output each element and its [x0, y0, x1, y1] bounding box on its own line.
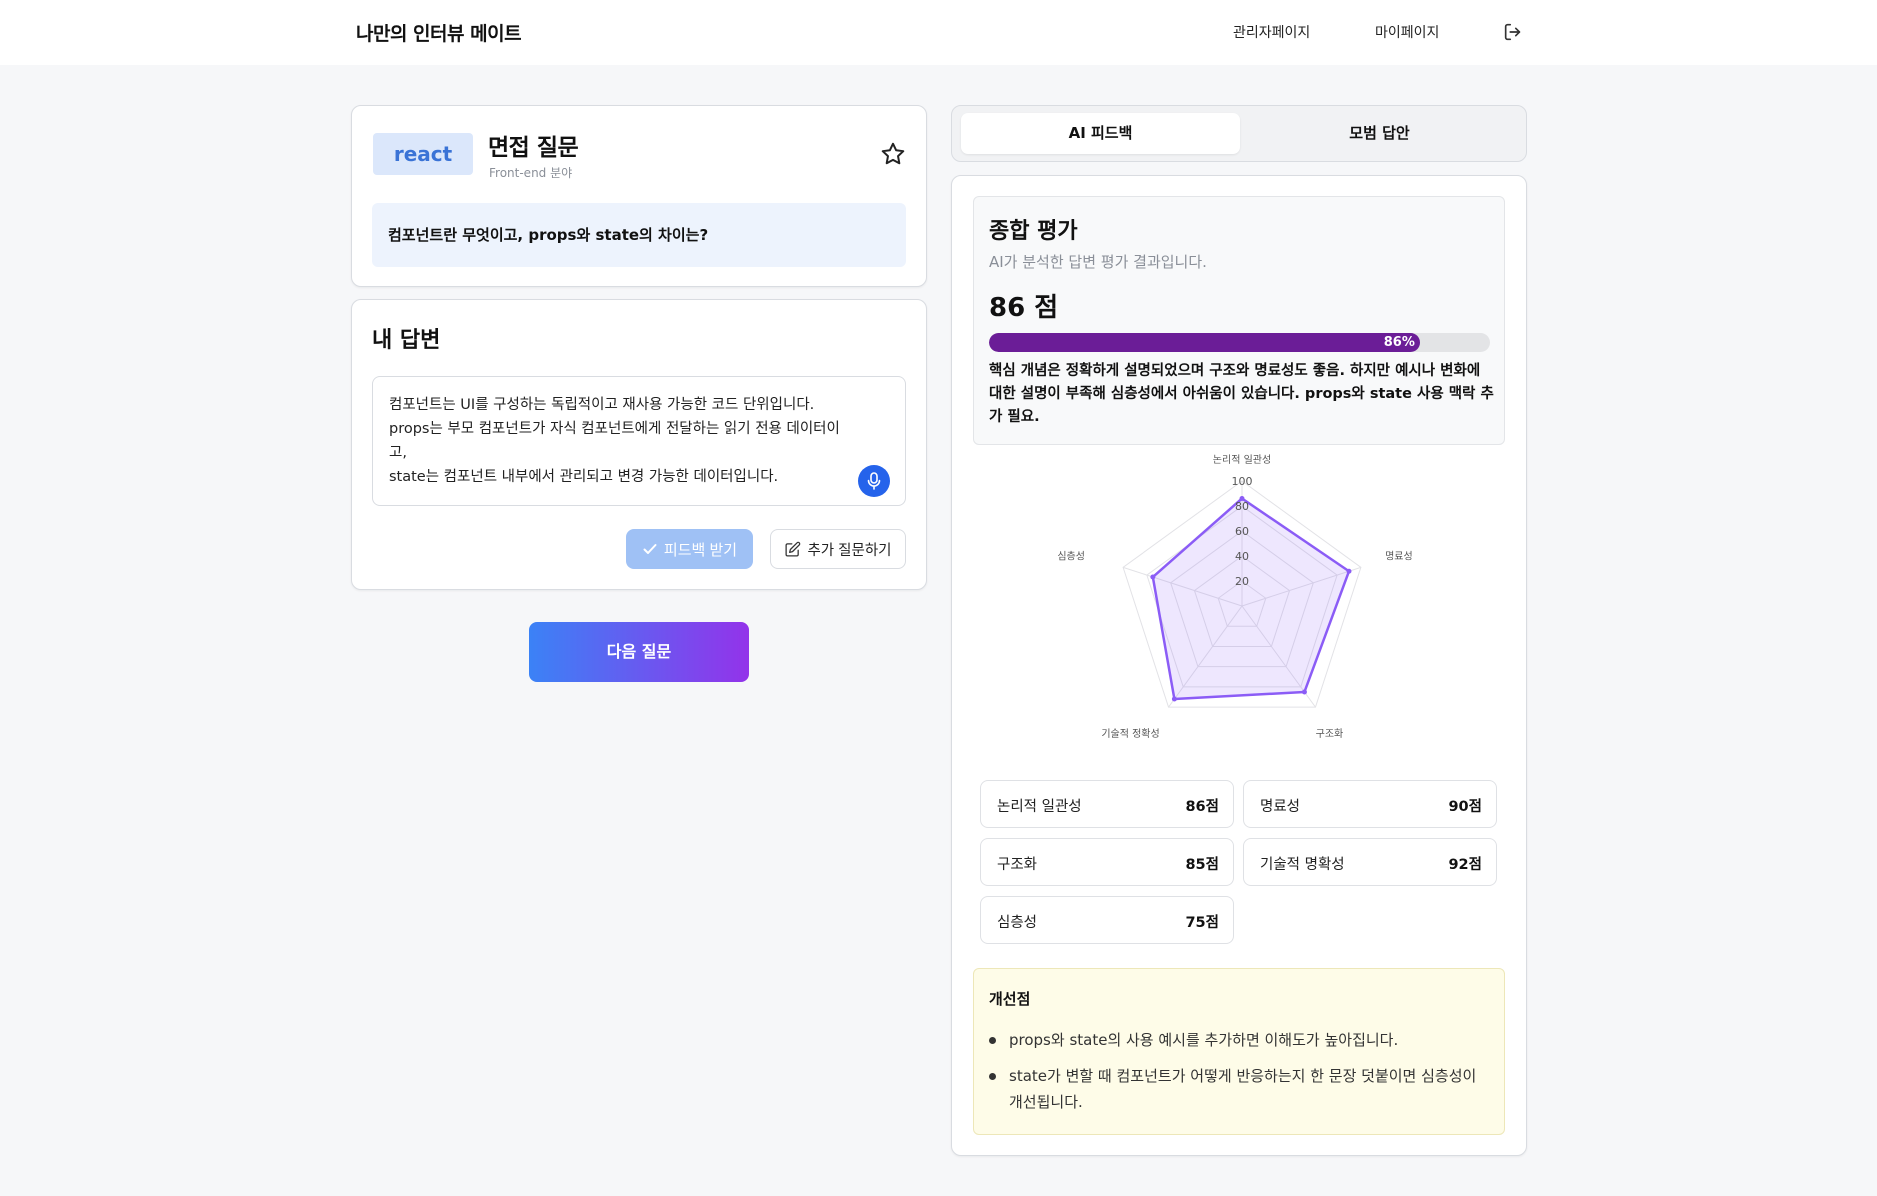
metric-card: 논리적 일관성 86점 [980, 780, 1234, 828]
tab-model-answer[interactable]: 모범 답안 [1240, 113, 1519, 154]
answer-line: state는 컴포넌트 내부에서 관리되고 변경 가능한 데이터입니다. [389, 469, 779, 485]
feedback-card: 종합 평가 AI가 분석한 답변 평가 결과입니다. 86 점 86% 핵심 개… [951, 175, 1527, 1156]
metric-label: 기술적 명확성 [1260, 857, 1345, 873]
metric-value: 85점 [1185, 857, 1219, 873]
edit-icon [785, 541, 801, 557]
app-brand[interactable]: 나만의 인터뷰 메이트 [356, 19, 522, 46]
radar-axis-label: 구조화 [1316, 728, 1344, 740]
question-text: 컴포넌트란 무엇이고, props와 state의 차이는? [372, 203, 906, 267]
radar-tick-label: 100 [1232, 475, 1253, 488]
improvement-title: 개선점 [989, 990, 1031, 1008]
top-navbar: 나만의 인터뷰 메이트 관리자페이지 마이페이지 [0, 0, 1877, 65]
metric-label: 심층성 [997, 915, 1038, 931]
metric-value: 75점 [1185, 915, 1219, 931]
radar-point [1346, 568, 1352, 574]
radar-point [1171, 696, 1177, 702]
metric-card: 구조화 85점 [980, 838, 1234, 886]
question-heading: 면접 질문 [488, 135, 579, 161]
answer-heading: 내 답변 [372, 328, 441, 353]
question-card: react 면접 질문 Front-end 분야 컴포넌트란 무엇이고, pro… [351, 105, 927, 287]
next-question-button[interactable]: 다음 질문 [529, 622, 749, 682]
overall-summary: 종합 평가 AI가 분석한 답변 평가 결과입니다. 86 점 86% 핵심 개… [973, 196, 1505, 445]
radar-tick-label: 40 [1235, 550, 1249, 563]
answer-card: 내 답변 컴포넌트는 UI를 구성하는 독립적이고 재사용 가능한 코드 단위입… [351, 299, 927, 590]
star-icon[interactable] [879, 140, 907, 168]
answer-line: props는 부모 컴포넌트가 자식 컴포넌트에게 전달하는 읽기 전용 데이터… [389, 421, 840, 437]
followup-question-button[interactable]: 추가 질문하기 [770, 529, 906, 569]
followup-question-label: 추가 질문하기 [807, 542, 892, 559]
radar-axis-label: 심층성 [1057, 550, 1085, 562]
metric-card: 기술적 명확성 92점 [1243, 838, 1497, 886]
radar-series-area [1151, 497, 1351, 701]
radar-axis-label: 논리적 일관성 [1213, 454, 1271, 466]
logout-icon[interactable] [1502, 21, 1524, 43]
radar-point [1150, 574, 1156, 580]
metric-label: 명료성 [1260, 799, 1301, 815]
metric-value: 90점 [1448, 799, 1482, 815]
radar-tick-label: 20 [1235, 575, 1249, 588]
tab-ai-feedback[interactable]: AI 피드백 [961, 113, 1240, 154]
score-progress-bar: 86% [989, 333, 1490, 352]
summary-text: 핵심 개념은 정확하게 설명되었으며 구조와 명료성도 좋음. 하지만 예시나 … [989, 363, 1494, 425]
answer-line: 컴포넌트는 UI를 구성하는 독립적이고 재사용 가능한 코드 단위입니다. [389, 397, 815, 413]
nav-admin-page[interactable]: 관리자페이지 [1233, 22, 1310, 42]
overall-score: 86 점 [989, 293, 1059, 323]
radar-tick-label: 80 [1235, 500, 1249, 513]
improvement-item: props와 state의 사용 예시를 추가하면 이해도가 높아집니다. [989, 1027, 1489, 1053]
metric-card: 심층성 75점 [980, 896, 1234, 944]
metric-label: 논리적 일관성 [997, 799, 1082, 815]
improvement-section: 개선점 props와 state의 사용 예시를 추가하면 이해도가 높아집니다… [973, 968, 1505, 1135]
score-progress-fill: 86% [989, 333, 1420, 352]
microphone-icon[interactable] [858, 465, 890, 497]
radar-point [1301, 689, 1307, 695]
category-tag: react [373, 133, 473, 175]
improvement-list: props와 state의 사용 예시를 추가하면 이해도가 높아집니다. st… [989, 1027, 1489, 1125]
metric-label: 구조화 [997, 857, 1038, 873]
summary-title: 종합 평가 [989, 219, 1078, 244]
answer-textarea[interactable]: 컴포넌트는 UI를 구성하는 독립적이고 재사용 가능한 코드 단위입니다. p… [372, 376, 906, 506]
summary-subtitle: AI가 분석한 답변 평가 결과입니다. [989, 253, 1207, 271]
radar-axis-label: 명료성 [1385, 550, 1413, 562]
get-feedback-button[interactable]: 피드백 받기 [626, 529, 753, 569]
answer-line: 고, [389, 445, 407, 461]
radar-tick-label: 60 [1235, 525, 1249, 538]
result-tabs: AI 피드백 모범 답안 [951, 105, 1527, 162]
question-field: Front-end 분야 [489, 166, 573, 180]
metric-card: 명료성 90점 [1243, 780, 1497, 828]
metric-value: 92점 [1448, 857, 1482, 873]
radar-chart: 20 40 60 80 100 논리적 일관성명료성구조화 기술적 정확성 심층성 [1057, 454, 1413, 740]
metric-value: 86점 [1185, 799, 1219, 815]
get-feedback-label: 피드백 받기 [663, 541, 738, 559]
improvement-item: state가 변할 때 컴포넌트가 어떻게 반응하는지 한 문장 덧붙이면 심층… [989, 1063, 1489, 1115]
check-icon [643, 544, 657, 554]
nav-my-page[interactable]: 마이페이지 [1375, 22, 1439, 42]
radar-axis-label: 기술적 정확성 [1101, 728, 1159, 740]
score-progress-label: 86% [1383, 335, 1415, 350]
